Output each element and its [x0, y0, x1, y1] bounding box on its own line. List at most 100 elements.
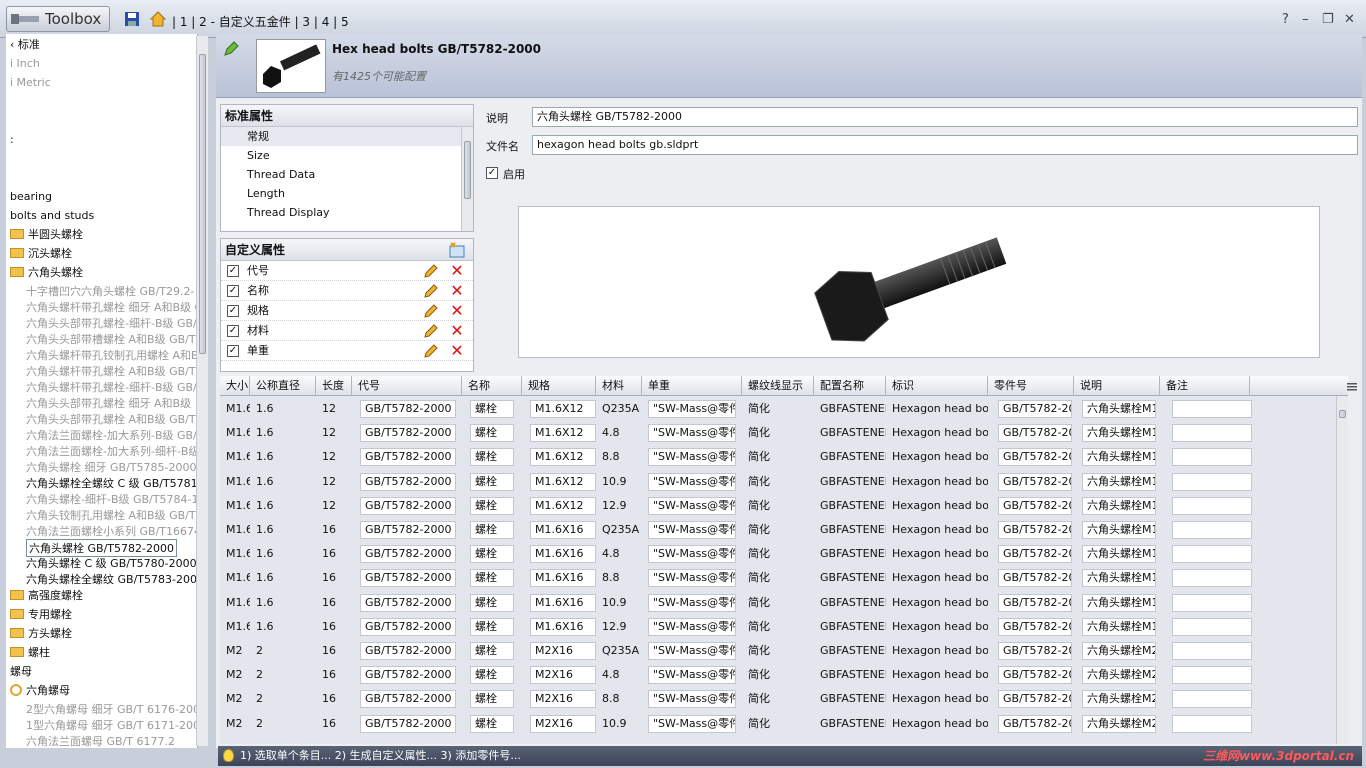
table-row[interactable]: M1.6 1.6 12 GB/T5782-2000 螺栓 M1.6X12 4.8 "SW-Ma…: [220, 421, 1344, 445]
table-cell-input[interactable]: 螺栓: [470, 424, 514, 443]
table-cell-input[interactable]: 六角头螺栓M1: [1082, 569, 1156, 588]
table-cell-input[interactable]: 螺栓: [470, 666, 514, 685]
tree-item[interactable]: 螺柱: [10, 644, 50, 662]
tree-item[interactable]: 螺母: [10, 663, 32, 681]
table-cell-input[interactable]: M1.6X16: [530, 617, 596, 636]
tree-scrollbar[interactable]: [196, 36, 208, 746]
table-cell-input[interactable]: GB/T5782-200: [998, 545, 1072, 564]
table-cell-input[interactable]: GB/T5782-200: [998, 666, 1072, 685]
column-header[interactable]: 单重: [642, 376, 742, 396]
custom-property-row[interactable]: ✓ 名称 ✕: [221, 281, 473, 301]
table-row[interactable]: M2 2 16 GB/T5782-2000 螺栓 M2X16 8.8 "SW-Mass@零件简…: [220, 687, 1344, 711]
table-cell-input[interactable]: 螺栓: [470, 400, 514, 418]
table-cell-input[interactable]: "SW-Mass@零件: [648, 642, 736, 660]
table-cell-input[interactable]: 六角头螺栓M1: [1082, 521, 1156, 539]
custom-property-checkbox[interactable]: ✓: [227, 265, 239, 277]
edit-part-icon[interactable]: [222, 40, 240, 58]
standard-property-item[interactable]: Length: [221, 184, 473, 203]
table-cell-input[interactable]: [1172, 424, 1252, 443]
table-cell-input[interactable]: 六角头螺栓M2: [1082, 714, 1156, 733]
tree-item[interactable]: 六角螺母: [10, 682, 70, 700]
table-cell-input[interactable]: GB/T5782-200: [998, 569, 1072, 588]
delete-icon[interactable]: ✕: [449, 303, 465, 319]
table-row[interactable]: M1.6 1.6 16 GB/T5782-2000 螺栓 M1.6X16 12.9 "SW-M…: [220, 615, 1344, 639]
table-cell-input[interactable]: [1172, 400, 1252, 418]
table-cell-input[interactable]: 六角头螺栓M1: [1082, 448, 1156, 467]
table-cell-input[interactable]: 六角头螺栓M2: [1082, 666, 1156, 685]
std-props-scrollbar[interactable]: [461, 127, 473, 231]
minimize-button[interactable]: –: [1302, 12, 1309, 27]
pencil-icon[interactable]: [423, 263, 439, 279]
column-header[interactable]: 配置名称: [814, 376, 886, 396]
table-cell-input[interactable]: GB/T5782-200: [998, 424, 1072, 443]
table-cell-input[interactable]: GB/T5782-200: [998, 448, 1072, 467]
table-cell-input[interactable]: "SW-Mass@零件: [648, 690, 736, 709]
table-scrollbar[interactable]: [1336, 396, 1348, 744]
table-cell-input[interactable]: GB/T5782-200: [998, 642, 1072, 660]
table-cell-input[interactable]: 螺栓: [470, 690, 514, 709]
table-cell-input[interactable]: GB/T5782-2000: [360, 593, 456, 612]
table-cell-input[interactable]: 六角头螺栓M1: [1082, 400, 1156, 418]
delete-icon[interactable]: ✕: [449, 283, 465, 299]
table-cell-input[interactable]: "SW-Mass@零件: [648, 569, 736, 588]
table-cell-input[interactable]: M1.6X12: [530, 496, 596, 515]
column-header[interactable]: 零件号: [988, 376, 1074, 396]
table-cell-input[interactable]: M2X16: [530, 714, 596, 733]
column-header[interactable]: 名称: [462, 376, 522, 396]
table-cell-input[interactable]: GB/T5782-2000: [360, 642, 456, 660]
tree-item[interactable]: i Inch: [10, 55, 40, 73]
table-cell-input[interactable]: M1.6X12: [530, 400, 596, 418]
tree-item[interactable]: i Metric: [10, 74, 51, 92]
pencil-icon[interactable]: [423, 283, 439, 299]
table-cell-input[interactable]: "SW-Mass@零件: [648, 400, 736, 418]
column-header[interactable]: 说明: [1074, 376, 1160, 396]
table-scroll-thumb[interactable]: [1339, 410, 1346, 418]
table-cell-input[interactable]: GB/T5782-2000: [360, 690, 456, 709]
standard-property-item[interactable]: 常规: [221, 127, 473, 146]
table-cell-input[interactable]: 螺栓: [470, 545, 514, 564]
tree-item[interactable]: 专用螺栓: [10, 606, 72, 624]
table-cell-input[interactable]: "SW-Mass@零件: [648, 521, 736, 539]
standard-property-item[interactable]: Thread Data: [221, 165, 473, 184]
table-cell-input[interactable]: M1.6X12: [530, 472, 596, 491]
table-cell-input[interactable]: [1172, 617, 1252, 636]
std-props-scroll-thumb[interactable]: [464, 141, 471, 199]
tree-item[interactable]: 沉头螺栓: [10, 245, 72, 263]
home-icon[interactable]: [150, 11, 166, 27]
table-row[interactable]: M1.6 1.6 16 GB/T5782-2000 螺栓 M1.6X16 Q235A "SW-…: [220, 518, 1344, 542]
close-button[interactable]: ✕: [1344, 12, 1355, 27]
table-cell-input[interactable]: 螺栓: [470, 642, 514, 660]
custom-property-row[interactable]: ✓ 单重 ✕: [221, 341, 473, 361]
table-cell-input[interactable]: 六角头螺栓M2: [1082, 642, 1156, 660]
save-icon[interactable]: [124, 11, 140, 27]
table-cell-input[interactable]: 六角头螺栓M1: [1082, 617, 1156, 636]
table-cell-input[interactable]: GB/T5782-2000: [360, 569, 456, 588]
table-cell-input[interactable]: GB/T5782-2000: [360, 472, 456, 491]
filename-field[interactable]: hexagon head bolts gb.sldprt: [532, 135, 1358, 155]
table-cell-input[interactable]: [1172, 593, 1252, 612]
column-header[interactable]: 大小: [220, 376, 250, 396]
table-cell-input[interactable]: [1172, 642, 1252, 660]
table-cell-input[interactable]: M1.6X16: [530, 545, 596, 564]
custom-property-checkbox[interactable]: ✓: [227, 285, 239, 297]
table-cell-input[interactable]: "SW-Mass@零件: [648, 714, 736, 733]
table-cell-input[interactable]: GB/T5782-2000: [360, 617, 456, 636]
table-cell-input[interactable]: GB/T5782-200: [998, 593, 1072, 612]
tree-item[interactable]: 六角头螺栓: [10, 264, 83, 282]
help-button[interactable]: ?: [1282, 12, 1289, 27]
table-cell-input[interactable]: 六角头螺栓M1: [1082, 472, 1156, 491]
table-cell-input[interactable]: 螺栓: [470, 593, 514, 612]
table-cell-input[interactable]: GB/T5782-200: [998, 472, 1072, 491]
table-row[interactable]: M1.6 1.6 12 GB/T5782-2000 螺栓 M1.6X12 8.8 "SW-Ma…: [220, 445, 1344, 469]
table-cell-input[interactable]: 螺栓: [470, 448, 514, 467]
tree-item[interactable]: :: [10, 131, 14, 149]
custom-property-row[interactable]: ✓ 规格 ✕: [221, 301, 473, 321]
tree-item[interactable]: 方头螺栓: [10, 625, 72, 643]
table-cell-input[interactable]: M1.6X12: [530, 448, 596, 467]
table-cell-input[interactable]: [1172, 448, 1252, 467]
table-cell-input[interactable]: [1172, 666, 1252, 685]
table-cell-input[interactable]: [1172, 472, 1252, 491]
add-property-icon[interactable]: [447, 241, 467, 259]
column-header[interactable]: 长度: [316, 376, 352, 396]
table-cell-input[interactable]: "SW-Mass@零件: [648, 666, 736, 685]
